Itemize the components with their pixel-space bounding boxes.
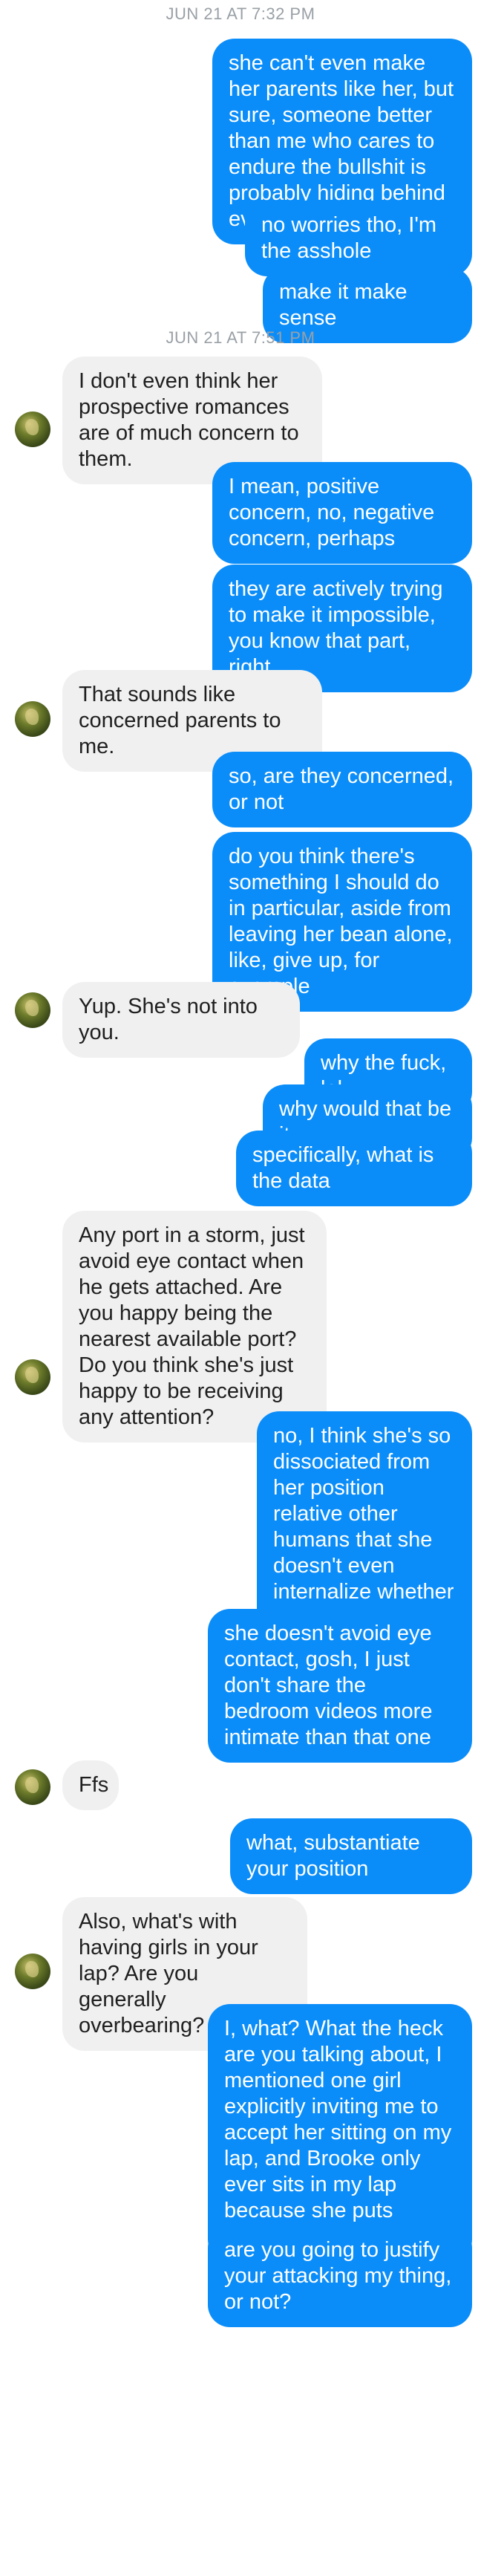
message-bubble-received[interactable]: Any port in a storm, just avoid eye cont… bbox=[62, 1211, 327, 1443]
message-bubble-sent[interactable]: specifically, what is the data bbox=[236, 1131, 472, 1206]
timestamp: JUN 21 AT 7:51 PM bbox=[166, 328, 315, 347]
message-bubble-sent[interactable]: I, what? What the heck are you talking a… bbox=[208, 2004, 472, 2262]
contact-avatar[interactable] bbox=[15, 1769, 50, 1805]
message-bubble-received[interactable]: Yup. She's not into you. bbox=[62, 982, 300, 1058]
message-bubble-received[interactable]: Ffs bbox=[62, 1760, 119, 1810]
message-bubble-sent[interactable]: what, substantiate your position bbox=[230, 1818, 472, 1894]
message-bubble-sent[interactable]: so, are they concerned, or not bbox=[212, 752, 472, 827]
contact-avatar[interactable] bbox=[15, 1359, 50, 1395]
message-bubble-sent[interactable]: she doesn't avoid eye contact, gosh, I j… bbox=[208, 1609, 472, 1763]
message-bubble-sent[interactable]: are you going to justify your attacking … bbox=[208, 2225, 472, 2327]
contact-avatar[interactable] bbox=[15, 1954, 50, 1989]
timestamp: JUN 21 AT 7:32 PM bbox=[166, 4, 315, 23]
contact-avatar[interactable] bbox=[15, 701, 50, 737]
message-bubble-sent[interactable]: no worries tho, I'm the asshole bbox=[245, 201, 472, 276]
message-bubble-sent[interactable]: I mean, positive concern, no, negative c… bbox=[212, 462, 472, 564]
contact-avatar[interactable] bbox=[15, 992, 50, 1028]
contact-avatar[interactable] bbox=[15, 412, 50, 447]
